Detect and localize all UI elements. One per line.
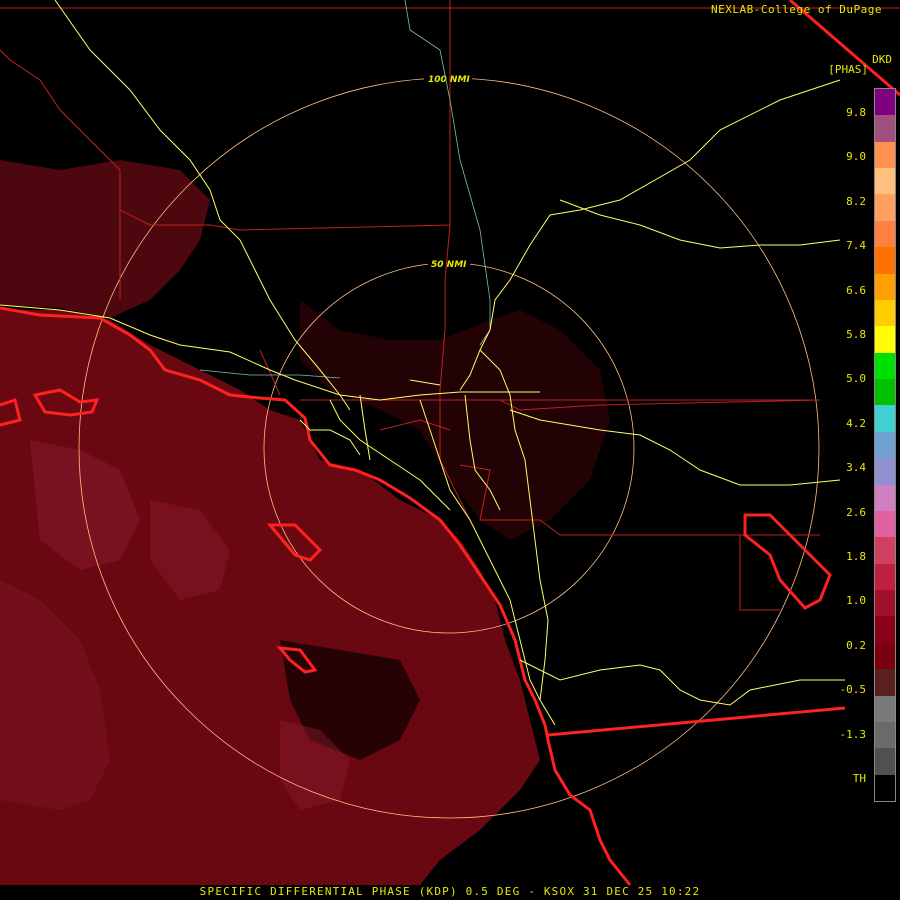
color-scale-segment <box>875 484 895 511</box>
color-scale-tick: 5.0 <box>846 372 866 386</box>
color-scale-segment <box>875 695 895 722</box>
color-scale-tick: 7.4 <box>846 239 866 253</box>
color-scale-segment <box>875 378 895 406</box>
color-scale-tick: -0.5 <box>839 683 867 697</box>
credit-label: NEXLAB-College of DuPage <box>711 3 882 16</box>
color-scale-tick: 2.6 <box>846 505 866 519</box>
color-scale-segment <box>875 114 895 142</box>
color-scale-segment <box>875 167 895 195</box>
color-scale-tick: 9.0 <box>846 150 866 164</box>
units-label: [PHAS] <box>828 63 868 76</box>
radar-map: 100 NMI 50 NMI <box>0 0 900 886</box>
color-scale-tick: 3.4 <box>846 461 866 475</box>
color-scale-segment <box>875 404 895 432</box>
color-scale-segment <box>875 246 895 274</box>
color-scale-segment <box>875 299 895 327</box>
color-scale-segment <box>875 273 895 300</box>
color-scale-segment <box>875 589 895 617</box>
color-scale-segment <box>875 536 895 564</box>
color-scale-segment <box>875 668 895 696</box>
color-scale-bar <box>874 88 896 802</box>
color-scale-tick: -1.3 <box>839 727 867 741</box>
river <box>404 0 491 346</box>
color-scale-tick: 6.6 <box>846 283 866 297</box>
color-scale-tick: TH <box>852 772 866 785</box>
color-scale-segment <box>875 194 895 221</box>
color-scale-segment <box>875 510 895 538</box>
radar-echo-region <box>0 160 610 885</box>
color-scale-segment <box>875 721 895 749</box>
color-scale-segment <box>875 774 895 801</box>
color-scale-segment <box>875 325 895 353</box>
ring-label-50: 50 NMI <box>431 260 467 270</box>
color-scale-tick: 4.2 <box>846 416 866 430</box>
color-scale-tick: 1.0 <box>846 594 866 608</box>
color-scale-segment <box>875 352 895 380</box>
color-scale-segment <box>875 431 895 459</box>
color-scale-tick: 8.2 <box>846 194 866 208</box>
color-scale-tick: 1.8 <box>846 550 866 563</box>
color-scale-segment <box>875 642 895 670</box>
lake <box>743 513 832 610</box>
color-scale-segment <box>875 615 895 643</box>
product-caption: SPECIFIC DIFFERENTIAL PHASE (KDP) 0.5 DE… <box>199 885 701 898</box>
color-scale-segment <box>875 141 895 169</box>
state-border <box>547 706 846 737</box>
color-scale-segment <box>875 563 895 591</box>
color-scale-tick: 0.2 <box>846 638 866 652</box>
product-code: DKD <box>872 53 892 66</box>
color-scale-tick: 9.8 <box>846 106 866 119</box>
ring-label-100: 100 NMI <box>428 75 470 85</box>
color-scale-segment <box>875 220 895 248</box>
color-scale-segment <box>875 457 895 485</box>
color-scale-tick: 5.8 <box>846 328 866 341</box>
color-scale-segment <box>875 88 895 116</box>
color-scale-segment <box>875 747 895 775</box>
